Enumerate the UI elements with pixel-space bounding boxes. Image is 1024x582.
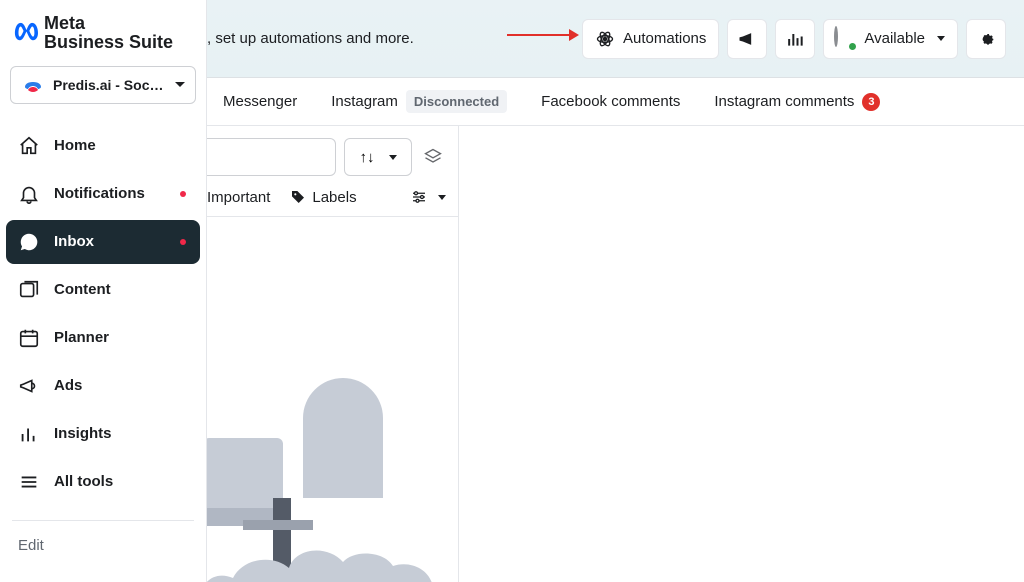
meta-logo-icon: [12, 20, 38, 46]
filter-labels[interactable]: Labels: [290, 189, 356, 206]
sidebar-item-ads[interactable]: Ads: [6, 364, 200, 408]
topbar: , set up automations and more. Automatio…: [207, 0, 1024, 78]
sidebar-item-label: Planner: [54, 329, 109, 346]
megaphone-icon: [18, 375, 40, 397]
account-avatar-icon: [21, 73, 45, 97]
disconnected-badge: Disconnected: [406, 90, 507, 113]
view-toggle-button[interactable]: [420, 144, 446, 170]
chevron-down-icon: [389, 155, 397, 160]
sort-icon: ↑↓: [360, 149, 375, 166]
brand-name: Meta Business Suite: [44, 14, 173, 52]
conversation-list-pane: ↑↓ Important Labels: [207, 126, 459, 582]
gear-icon: [976, 29, 996, 49]
list-toolbar: ↑↓: [207, 126, 458, 184]
chevron-down-icon: [438, 195, 446, 200]
bell-icon: [18, 183, 40, 205]
status-selector[interactable]: Available: [823, 19, 958, 59]
insights-button[interactable]: [775, 19, 815, 59]
filter-label: Important: [207, 189, 270, 206]
account-name: Predis.ai - Social ...: [53, 77, 165, 93]
brand-line1: Meta: [44, 13, 85, 33]
unread-dot-icon: [180, 191, 186, 197]
sidebar-item-label: Notifications: [54, 185, 145, 202]
stack-icon: [423, 147, 443, 167]
annotation-arrow-icon: [507, 34, 577, 36]
calendar-icon: [18, 327, 40, 349]
barchart-icon: [18, 423, 40, 445]
divider: [12, 520, 194, 521]
conversation-detail-pane: [459, 126, 1024, 582]
sidebar-item-label: Content: [54, 281, 111, 298]
menu-icon: [18, 471, 40, 493]
barchart-icon: [785, 29, 805, 49]
sidebar-item-content[interactable]: Content: [6, 268, 200, 312]
megaphone-icon: [737, 29, 757, 49]
sidebar: Meta Business Suite Predis.ai - Social .…: [0, 0, 207, 582]
chevron-down-icon: [175, 82, 185, 87]
settings-button[interactable]: [966, 19, 1006, 59]
tab-messenger[interactable]: Messenger: [223, 93, 297, 110]
atom-icon: [595, 29, 615, 49]
brand-logo: Meta Business Suite: [0, 0, 206, 60]
chevron-down-icon: [937, 36, 945, 41]
automations-button[interactable]: Automations: [582, 19, 719, 59]
account-selector[interactable]: Predis.ai - Social ...: [10, 66, 196, 104]
automations-label: Automations: [623, 30, 706, 47]
tab-label: Instagram: [331, 93, 398, 110]
filter-important[interactable]: Important: [207, 189, 270, 206]
chat-icon: [18, 231, 40, 253]
inbox-content: ↑↓ Important Labels: [207, 126, 1024, 582]
sidebar-item-home[interactable]: Home: [6, 124, 200, 168]
sidebar-item-label: Home: [54, 137, 96, 154]
status-label: Available: [864, 30, 925, 47]
sidebar-item-inbox[interactable]: Inbox: [6, 220, 200, 264]
count-badge: 3: [862, 93, 880, 111]
sort-button[interactable]: ↑↓: [344, 138, 412, 176]
sidebar-item-label: Ads: [54, 377, 82, 394]
sidebar-item-alltools[interactable]: All tools: [6, 460, 200, 504]
brand-line2: Business Suite: [44, 32, 173, 52]
edit-link[interactable]: Edit: [0, 527, 206, 564]
more-filters-button[interactable]: [410, 188, 446, 206]
sidebar-item-planner[interactable]: Planner: [6, 316, 200, 360]
channel-tabs: Messenger Instagram Disconnected Faceboo…: [207, 78, 1024, 126]
tab-fb-comments[interactable]: Facebook comments: [541, 93, 680, 110]
announce-button[interactable]: [727, 19, 767, 59]
topbar-description: , set up automations and more.: [207, 30, 414, 47]
search-input[interactable]: [207, 138, 336, 176]
tab-ig-comments[interactable]: Instagram comments 3: [714, 93, 880, 111]
sliders-icon: [410, 188, 428, 206]
tab-label: Facebook comments: [541, 93, 680, 110]
sidebar-item-label: All tools: [54, 473, 113, 490]
filter-label: Labels: [312, 189, 356, 206]
sidebar-item-notifications[interactable]: Notifications: [6, 172, 200, 216]
status-indicator-icon: [834, 28, 856, 50]
tab-label: Instagram comments: [714, 93, 854, 110]
unread-dot-icon: [180, 239, 186, 245]
sidebar-nav: Home Notifications Inbox Content Planner: [0, 118, 206, 510]
main-area: , set up automations and more. Automatio…: [207, 0, 1024, 582]
list-filters: Important Labels: [207, 184, 458, 217]
home-icon: [18, 135, 40, 157]
empty-mailbox-illustration: [207, 368, 459, 582]
tab-label: Messenger: [223, 93, 297, 110]
tag-icon: [290, 189, 306, 205]
sidebar-item-label: Inbox: [54, 233, 94, 250]
sidebar-item-label: Insights: [54, 425, 112, 442]
content-icon: [18, 279, 40, 301]
sidebar-item-insights[interactable]: Insights: [6, 412, 200, 456]
tab-instagram[interactable]: Instagram Disconnected: [331, 90, 507, 113]
